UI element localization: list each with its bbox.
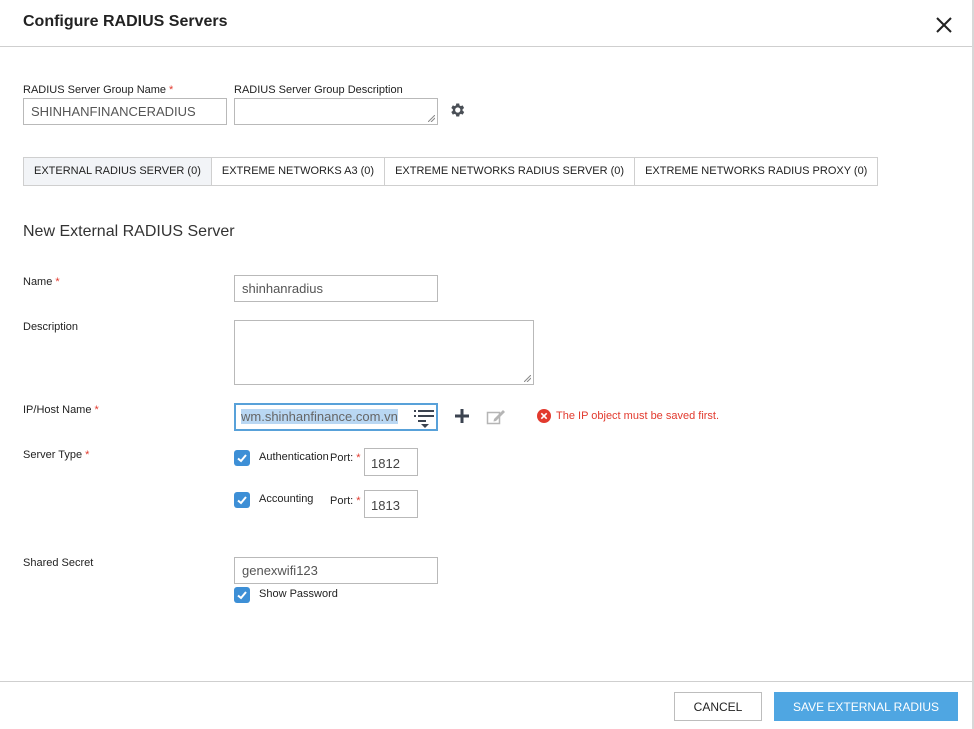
name-input[interactable]: shinhanradius: [234, 275, 438, 302]
group-name-label: RADIUS Server Group Name *: [23, 84, 174, 96]
name-label: Name *: [23, 276, 60, 288]
description-textarea[interactable]: [234, 320, 534, 385]
shared-secret-label: Shared Secret: [23, 557, 94, 569]
resize-grip-icon[interactable]: [524, 375, 531, 382]
cancel-button[interactable]: CANCEL: [674, 692, 762, 721]
accounting-checkbox[interactable]: [234, 492, 250, 508]
gear-icon[interactable]: [448, 101, 466, 119]
authentication-checkbox[interactable]: [234, 450, 250, 466]
tab-extreme-networks-radius-server[interactable]: EXTREME NETWORKS RADIUS SERVER (0): [385, 158, 636, 185]
tab-external-radius-server[interactable]: EXTERNAL RADIUS SERVER (0): [24, 158, 212, 185]
footer-divider: [0, 681, 972, 682]
auth-port-input[interactable]: 1812: [364, 448, 418, 476]
show-password-checkbox[interactable]: [234, 587, 250, 603]
ip-host-value: wm.shinhanfinance.com.vn: [241, 409, 398, 424]
resize-grip-icon[interactable]: [428, 115, 435, 122]
ip-error-message: The IP object must be saved first.: [556, 410, 720, 422]
save-external-radius-button[interactable]: SAVE EXTERNAL RADIUS: [774, 692, 958, 721]
ip-host-input[interactable]: wm.shinhanfinance.com.vn: [234, 403, 438, 431]
server-type-tabs: EXTERNAL RADIUS SERVER (0) EXTREME NETWO…: [23, 157, 879, 186]
server-type-label: Server Type *: [23, 449, 90, 461]
configure-radius-dialog: Configure RADIUS Servers RADIUS Server G…: [0, 0, 974, 729]
group-description-textarea[interactable]: [234, 98, 438, 125]
section-title: New External RADIUS Server: [23, 223, 235, 240]
close-icon[interactable]: [933, 14, 955, 36]
dialog-title: Configure RADIUS Servers: [23, 13, 228, 30]
add-icon[interactable]: [454, 408, 470, 424]
acct-port-label: Port: *: [330, 495, 361, 507]
show-password-label: Show Password: [259, 588, 338, 600]
dialog-header: Configure RADIUS Servers: [0, 0, 972, 47]
checkmark-icon: [237, 496, 247, 505]
shared-secret-input[interactable]: genexwifi123: [234, 557, 438, 584]
auth-port-label: Port: *: [330, 452, 361, 464]
group-name-input[interactable]: SHINHANFINANCERADIUS: [23, 98, 227, 125]
tab-extreme-networks-a3[interactable]: EXTREME NETWORKS A3 (0): [211, 158, 386, 185]
description-label: Description: [23, 321, 79, 333]
authentication-label: Authentication: [259, 451, 329, 463]
list-picker-icon[interactable]: [412, 406, 436, 428]
checkmark-icon: [237, 591, 247, 600]
edit-icon[interactable]: [486, 409, 506, 425]
accounting-label: Accounting: [259, 493, 314, 505]
acct-port-input[interactable]: 1813: [364, 490, 418, 518]
checkmark-icon: [237, 454, 247, 463]
group-description-label: RADIUS Server Group Description: [234, 84, 403, 96]
ip-host-label: IP/Host Name *: [23, 404, 99, 416]
tab-extreme-networks-radius-proxy[interactable]: EXTREME NETWORKS RADIUS PROXY (0): [635, 158, 878, 185]
error-icon: [537, 409, 551, 423]
